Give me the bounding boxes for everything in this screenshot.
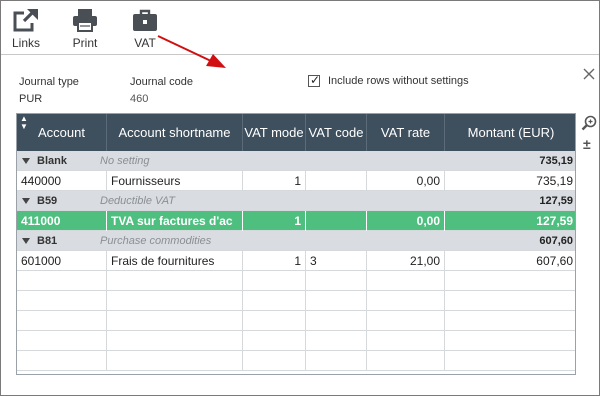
external-link-icon [13,8,38,32]
close-icon[interactable] [582,67,596,81]
links-button[interactable]: Links [4,7,48,50]
group-description: Purchase commodities [100,235,212,247]
group-total: 607,60 [539,235,573,247]
briefcase-icon [133,9,157,31]
col-header-vat-code[interactable]: VAT code [306,114,367,151]
journal-type-value: PUR [19,93,43,105]
table-row[interactable]: 601000 Frais de fournitures 1 3 21,00 60… [17,251,575,271]
group-name: Blank [37,155,67,167]
group-name: B81 [37,235,58,247]
annotation-arrow-icon [157,35,226,68]
empty-row [17,271,575,291]
empty-row [17,291,575,311]
group-row-b81[interactable]: B81 Purchase commodities 607,60 [17,231,575,251]
cell-vat-code[interactable] [306,171,367,191]
empty-row [17,331,575,351]
cell-shortname[interactable]: Fournisseurs [107,171,243,191]
col-header-account[interactable]: Account [17,114,107,151]
cell-amount[interactable]: 735,19 [445,171,575,191]
group-row-blank[interactable]: Blank No setting 735,19 [17,151,575,171]
group-row-b59[interactable]: B59 Deductible VAT 127,59 [17,191,575,211]
include-rows-option[interactable]: ✓ Include rows without settings [308,73,469,87]
col-header-vat-mode[interactable]: VAT mode [243,114,306,151]
cell-account[interactable]: 601000 [17,251,107,271]
table-row-selected[interactable]: 411000 TVA sur factures d'ac 1 0,00 127,… [17,211,575,231]
empty-row [17,351,575,371]
cell-vat-mode[interactable]: 1 [243,211,306,231]
cell-vat-mode[interactable]: 1 [243,171,306,191]
group-description: Deductible VAT [100,195,176,207]
journal-type-label: Journal type [19,76,79,88]
cell-amount[interactable]: 607,60 [445,251,575,271]
col-header-amount[interactable]: Montant (EUR) [445,114,575,151]
cell-account[interactable]: 411000 [17,211,107,231]
cell-vat-rate[interactable]: 21,00 [367,251,445,271]
plus-minus-icon[interactable]: ± [583,137,595,151]
group-total: 127,59 [539,195,573,207]
group-description: No setting [100,155,150,167]
cell-shortname[interactable]: Frais de fournitures [107,251,243,271]
collapse-triangle-icon[interactable] [22,198,30,204]
toolbar: Links Print VAT [1,1,599,55]
zoom-search-icon[interactable] [581,115,597,131]
cell-vat-code[interactable]: 3 [306,251,367,271]
cell-amount[interactable]: 127,59 [445,211,575,231]
vat-dialog: Links Print VAT Journal type PUR Journal… [0,0,600,396]
journal-code-value: 460 [130,93,149,105]
group-total: 735,19 [539,155,573,167]
cell-vat-rate[interactable]: 0,00 [367,211,445,231]
print-label: Print [72,36,98,50]
collapse-triangle-icon[interactable] [22,158,30,164]
journal-code-label: Journal code [130,76,193,88]
table-row[interactable]: 440000 Fournisseurs 1 0,00 735,19 [17,171,575,191]
cell-vat-mode[interactable]: 1 [243,251,306,271]
col-header-shortname[interactable]: Account shortname [107,114,243,151]
col-header-vat-rate[interactable]: VAT rate [367,114,445,151]
group-name: B59 [37,195,58,207]
links-label: Links [11,36,40,50]
vat-accounts-grid: ▲ ▼ Account Account shortname VAT mode VA… [16,113,576,375]
grid-header: ▲ ▼ Account Account shortname VAT mode VA… [17,114,575,151]
cell-vat-code[interactable] [306,211,367,231]
cell-shortname[interactable]: TVA sur factures d'ac [107,211,243,231]
include-rows-checkbox[interactable]: ✓ [308,73,321,87]
include-rows-label: Include rows without settings [328,75,469,87]
checkmark-icon: ✓ [310,73,321,87]
empty-row [17,311,575,331]
cell-vat-rate[interactable]: 0,00 [367,171,445,191]
collapse-triangle-icon[interactable] [22,238,30,244]
cell-account[interactable]: 440000 [17,171,107,191]
print-button[interactable]: Print [63,7,107,50]
printer-icon [73,9,97,32]
